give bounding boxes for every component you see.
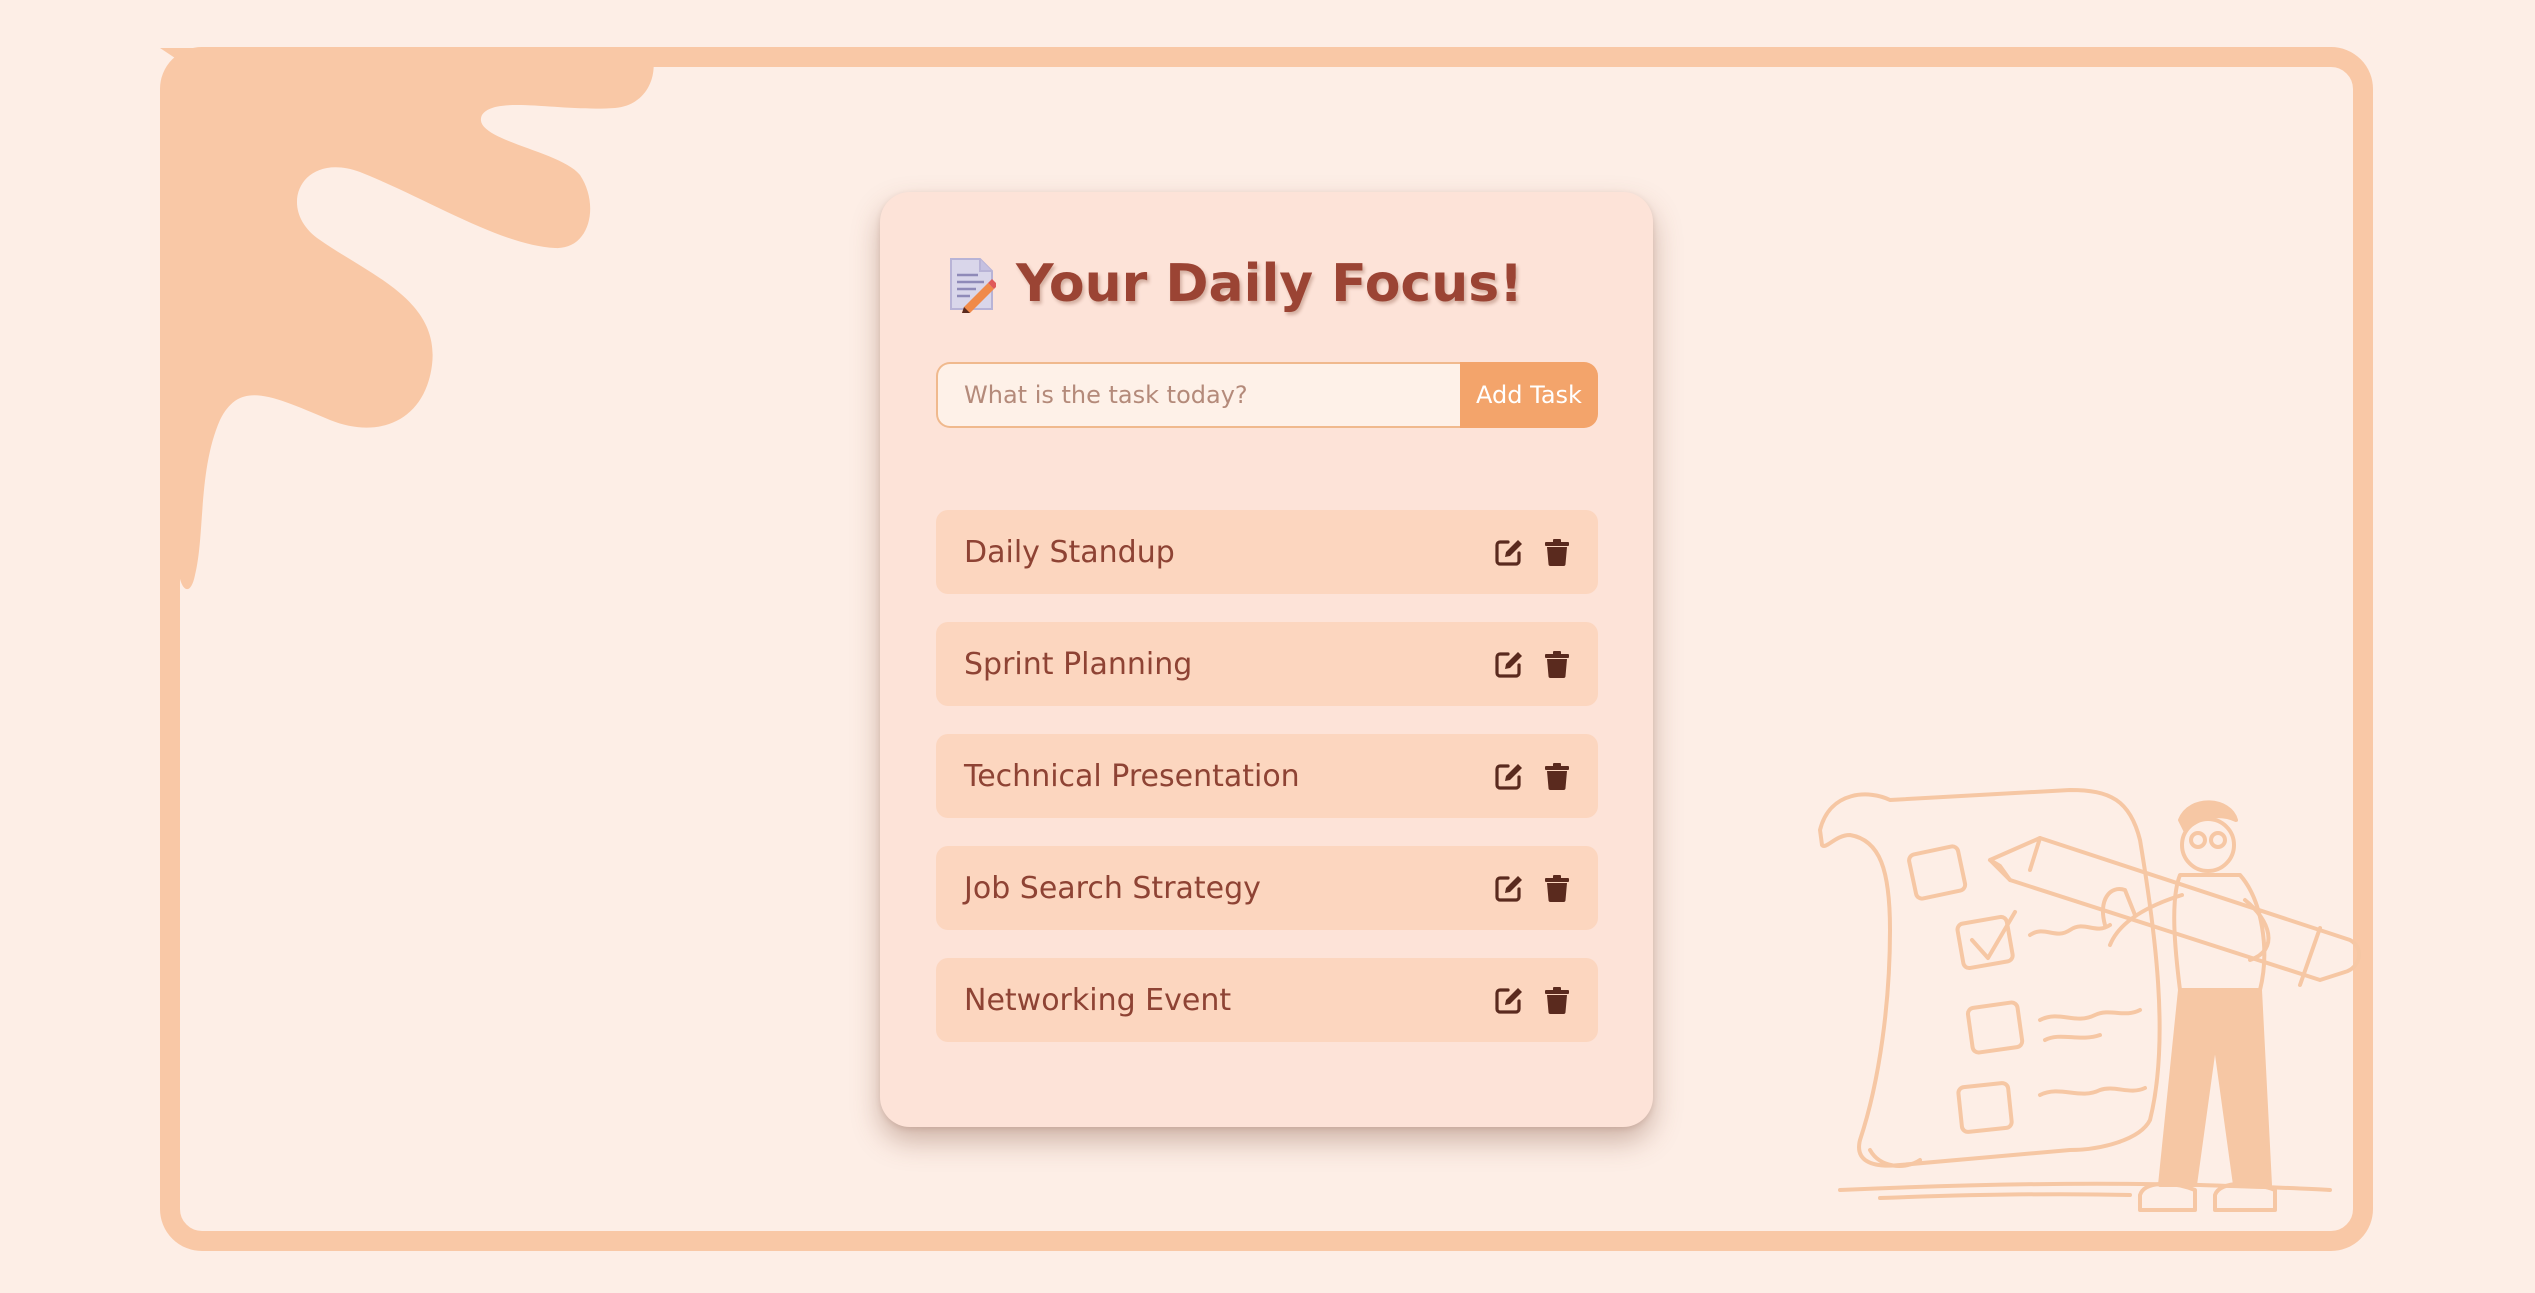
task-input[interactable]: [936, 362, 1460, 428]
delete-icon[interactable]: [1542, 761, 1572, 791]
delete-icon[interactable]: [1542, 985, 1572, 1015]
card-header: Your Daily Focus!: [948, 254, 1523, 314]
edit-icon[interactable]: [1494, 649, 1524, 679]
task-label: Job Search Strategy: [964, 870, 1261, 906]
page-title: Your Daily Focus!: [1016, 254, 1523, 314]
edit-icon[interactable]: [1494, 537, 1524, 567]
task-item: Daily Standup: [936, 510, 1598, 594]
task-item: Networking Event: [936, 958, 1598, 1042]
task-label: Daily Standup: [964, 534, 1175, 570]
task-actions: [1494, 985, 1572, 1015]
todo-card: Your Daily Focus! Add Task Daily Standup: [880, 192, 1653, 1127]
add-task-button[interactable]: Add Task: [1460, 362, 1598, 428]
edit-icon[interactable]: [1494, 761, 1524, 791]
paint-splash-decoration: [160, 48, 654, 590]
task-item: Job Search Strategy: [936, 846, 1598, 930]
task-actions: [1494, 761, 1572, 791]
task-item: Technical Presentation: [936, 734, 1598, 818]
task-illustration: [1818, 788, 2361, 1212]
delete-icon[interactable]: [1542, 649, 1572, 679]
task-form: Add Task: [936, 362, 1598, 428]
task-actions: [1494, 873, 1572, 903]
edit-icon[interactable]: [1494, 873, 1524, 903]
task-label: Sprint Planning: [964, 646, 1193, 682]
task-actions: [1494, 537, 1572, 567]
task-list: Daily Standup Sprint Planning Technical …: [936, 510, 1598, 1070]
task-actions: [1494, 649, 1572, 679]
delete-icon[interactable]: [1542, 873, 1572, 903]
task-item: Sprint Planning: [936, 622, 1598, 706]
memo-icon: [950, 258, 996, 313]
edit-icon[interactable]: [1494, 985, 1524, 1015]
task-label: Networking Event: [964, 982, 1232, 1018]
page: Your Daily Focus! Add Task Daily Standup: [0, 0, 2535, 1293]
delete-icon[interactable]: [1542, 537, 1572, 567]
task-label: Technical Presentation: [964, 758, 1300, 794]
